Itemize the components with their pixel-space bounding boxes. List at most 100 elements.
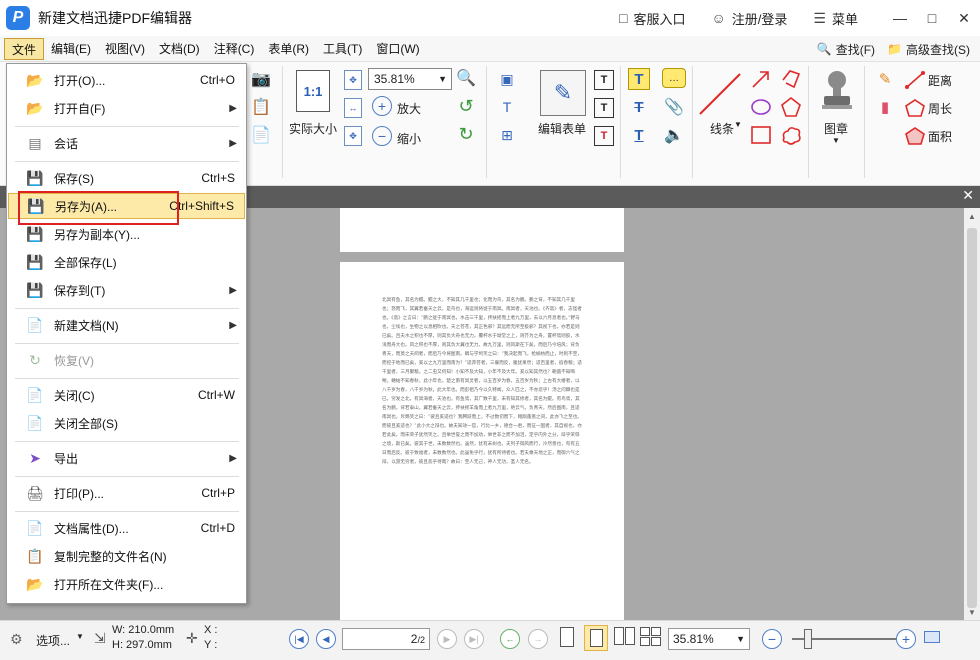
stamp-dropdown-icon[interactable]: ▼: [832, 136, 840, 145]
file-menu-close-all[interactable]: 📄 关闭全部(S): [8, 410, 245, 436]
page-1[interactable]: [340, 208, 624, 252]
rectangle-tool-icon[interactable]: [750, 124, 772, 146]
file-menu-open-folder[interactable]: 📂 打开所在文件夹(F)...: [8, 571, 245, 597]
status-zoom-out-icon[interactable]: −: [762, 629, 782, 649]
file-menu-properties[interactable]: 📄 文档属性(D)... Ctrl+D: [8, 515, 245, 541]
file-menu-open-from[interactable]: 📂 打开自(F) ▶: [8, 95, 245, 121]
file-menu-save-all[interactable]: 💾 全部保存(L): [8, 249, 245, 275]
perimeter-label[interactable]: 周长: [928, 100, 952, 117]
zoom-in-label[interactable]: 放大: [397, 100, 421, 117]
line-dropdown-icon[interactable]: ▼: [734, 120, 742, 129]
area-icon[interactable]: [904, 126, 926, 146]
register-login-button[interactable]: ☺ 注册/登录: [712, 9, 788, 28]
file-menu-session[interactable]: ▤ 会话 ▶: [8, 130, 245, 156]
gear-icon[interactable]: ⚙: [10, 631, 23, 648]
status-zoom-select[interactable]: 35.81% ▼: [668, 628, 750, 650]
page-number-input[interactable]: 2/2: [342, 628, 430, 650]
magnifier-icon[interactable]: 🔍: [456, 68, 476, 88]
full-screen-icon[interactable]: [924, 631, 940, 643]
first-page-icon[interactable]: |◀: [289, 629, 309, 649]
polygon-tool-icon[interactable]: [780, 96, 802, 118]
add-field-icon[interactable]: ⊞: [496, 124, 518, 146]
actual-size-label[interactable]: 实际大小: [289, 120, 337, 137]
note-icon[interactable]: …: [662, 68, 686, 88]
text-box2-icon[interactable]: T: [594, 98, 614, 118]
vertical-scrollbar[interactable]: ▲ ▼: [964, 208, 980, 620]
status-zoom-in-icon[interactable]: +: [896, 629, 916, 649]
ellipse-tool-icon[interactable]: [750, 96, 772, 118]
maximize-button[interactable]: □: [916, 0, 948, 36]
file-menu-copy-filename[interactable]: 📋 复制完整的文件名(N): [8, 543, 245, 569]
file-menu-save-to[interactable]: 💾 保存到(T) ▶: [8, 277, 245, 303]
file-menu-close[interactable]: 📄 关闭(C) Ctrl+W: [8, 382, 245, 408]
menu-file[interactable]: 文件: [4, 37, 45, 60]
file-menu-export[interactable]: ➤ 导出 ▶: [8, 445, 245, 471]
menu-comment[interactable]: 注释(C): [207, 38, 262, 60]
attachment-icon[interactable]: 📎: [664, 96, 684, 118]
line-tool-label[interactable]: 线条: [710, 120, 734, 137]
facing-pages-icon[interactable]: [614, 627, 636, 647]
fit-page-icon[interactable]: ✥: [344, 70, 362, 90]
back-icon[interactable]: ←: [500, 629, 520, 649]
close-window-button[interactable]: ✕: [948, 0, 980, 36]
page-2[interactable]: 北冥有鱼，其名为鲲。鲲之大，不知其几千里也；化而为鸟，其名为鹏。鹏之背，不知其几…: [340, 262, 624, 622]
find-button[interactable]: 🔍 查找(F): [817, 41, 875, 58]
close-tab-icon[interactable]: ✕: [962, 187, 974, 204]
single-page-icon[interactable]: [560, 627, 574, 647]
menu-tools[interactable]: 工具(T): [316, 38, 369, 60]
strikeout-icon[interactable]: T: [628, 96, 650, 118]
rotate-left-icon[interactable]: ↺: [456, 96, 476, 116]
zoom-out-icon[interactable]: −: [372, 126, 392, 146]
file-menu-print[interactable]: 🖨 打印(P)... Ctrl+P: [8, 480, 245, 506]
fit-visible-icon[interactable]: ✥: [344, 126, 362, 146]
menu-window[interactable]: 窗口(W): [369, 38, 426, 60]
minimize-button[interactable]: —: [884, 0, 916, 36]
distance-icon[interactable]: [904, 70, 926, 90]
menu-edit[interactable]: 编辑(E): [44, 38, 98, 60]
main-menu-button[interactable]: ☰ 菜单: [813, 9, 858, 28]
file-menu-new-document[interactable]: 📄 新建文档(N) ▶: [8, 312, 245, 338]
options-dropdown-icon[interactable]: ▼: [76, 632, 84, 641]
eraser-icon[interactable]: ▮: [874, 96, 896, 118]
text-box3-icon[interactable]: T: [594, 126, 614, 146]
advanced-find-button[interactable]: 📁 高级查找(S): [887, 41, 970, 58]
zoom-slider-handle[interactable]: [804, 629, 812, 649]
continuous-facing-icon[interactable]: [640, 627, 662, 647]
camera-icon[interactable]: 📷: [250, 68, 272, 90]
text-box-icon[interactable]: T: [594, 70, 614, 90]
customer-service-button[interactable]: □ 客服入口: [619, 9, 685, 28]
options-button[interactable]: 选项...: [36, 632, 70, 649]
sound-icon[interactable]: 🔈: [664, 124, 684, 146]
toolbar-zoom-select[interactable]: 35.81% ▼: [368, 68, 452, 90]
page-tool-icon[interactable]: 📄: [250, 124, 272, 146]
rotate-right-icon[interactable]: ↻: [456, 124, 476, 144]
typewriter-icon[interactable]: T: [628, 68, 650, 90]
arrow-tool-icon[interactable]: [750, 68, 772, 90]
edit-form-label[interactable]: 编辑表单: [538, 120, 586, 137]
edit-form-icon[interactable]: ✎: [540, 70, 586, 116]
scroll-thumb[interactable]: [967, 228, 977, 608]
menu-view[interactable]: 视图(V): [98, 38, 152, 60]
next-page-icon[interactable]: ▶: [437, 629, 457, 649]
fit-width-icon[interactable]: ↔: [344, 98, 362, 118]
perimeter-icon[interactable]: [904, 98, 926, 118]
stamp-label[interactable]: 图章: [824, 120, 848, 137]
underline-icon[interactable]: T: [628, 124, 650, 146]
pencil-icon[interactable]: ✎: [874, 68, 896, 90]
scroll-up-icon[interactable]: ▲: [968, 212, 976, 221]
cloud-tool-icon[interactable]: [780, 124, 802, 146]
text-field-icon[interactable]: T: [496, 96, 518, 118]
previous-page-icon[interactable]: ◀: [316, 629, 336, 649]
polyline-tool-icon[interactable]: [780, 68, 802, 90]
area-label[interactable]: 面积: [928, 128, 952, 145]
file-menu-open[interactable]: 📂 打开(O)... Ctrl+O: [8, 67, 245, 93]
file-menu-revert[interactable]: ↻ 恢复(V): [8, 347, 245, 373]
distance-label[interactable]: 距离: [928, 72, 952, 89]
actual-size-icon[interactable]: 1:1: [296, 70, 330, 112]
scroll-down-icon[interactable]: ▼: [968, 608, 976, 617]
menu-document[interactable]: 文档(D): [152, 38, 207, 60]
select-form-icon[interactable]: ▣: [496, 68, 518, 90]
last-page-icon[interactable]: ▶|: [464, 629, 484, 649]
menu-form[interactable]: 表单(R): [261, 38, 316, 60]
zoom-out-label[interactable]: 缩小: [397, 130, 421, 147]
